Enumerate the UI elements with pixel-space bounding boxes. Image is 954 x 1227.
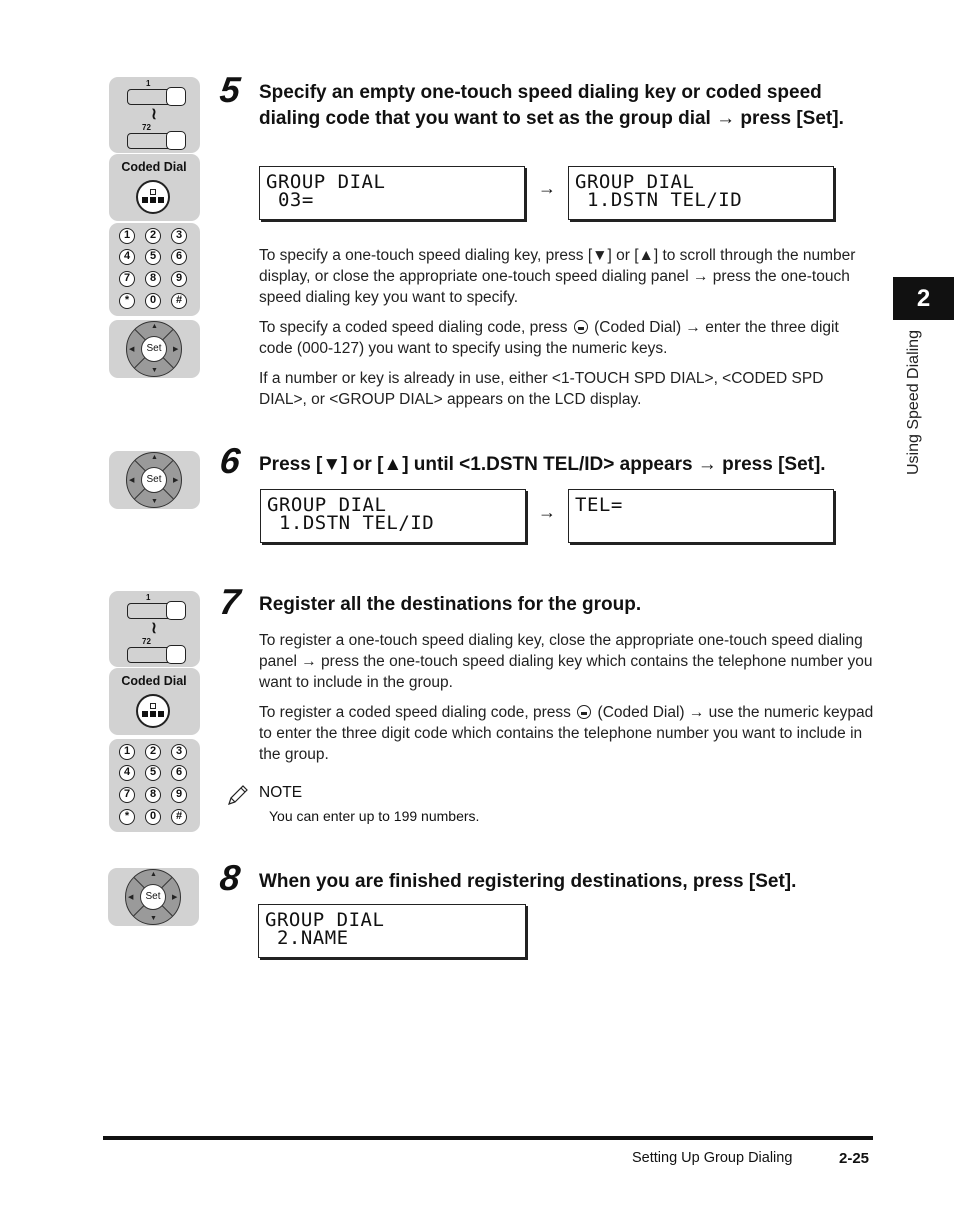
one-touch-key-icon [127,645,186,664]
key-6-icon: 6 [171,249,187,265]
lcd-line-2: 1.DSTN TEL/ID [267,512,435,534]
note-pencil-icon [226,783,250,807]
key-7-icon: 7 [119,787,135,803]
step-number: 7 [217,581,243,622]
instruction-paragraph: To register a coded speed dialing code, … [259,702,874,765]
key-8-icon: 8 [145,271,161,287]
one-touch-panel-illustration: 1 ≀ 72 [109,591,200,667]
chapter-number-tab: 2 [893,277,954,320]
key-7-icon: 7 [119,271,135,287]
step-number: 8 [217,857,243,898]
key-1-icon: 1 [119,228,135,244]
key-1-icon: 1 [119,744,135,760]
coded-dial-icon [573,320,588,334]
lcd-line-2: 1.DSTN TEL/ID [575,189,743,211]
instruction-paragraph: To specify a one-touch speed dialing key… [259,247,856,306]
range-tilde-icon: ≀ [151,106,157,123]
lcd-display-before: GROUP DIAL 03= [259,166,525,220]
paragraph-prefix: To register a coded speed dialing code, … [259,704,571,721]
set-button-icon: Set [141,336,167,362]
page-number: 2-25 [839,1150,870,1167]
instruction-paragraph: To specify a coded speed dialing code, p… [259,317,874,359]
coded-dial-icon [577,705,592,719]
coded-dial-label: Coded Dial [121,160,187,174]
set-dpad-panel-illustration: ▲ ▼ ◀ ▶ Set [109,320,200,378]
lcd-display-before: GROUP DIAL 1.DSTN TEL/ID [260,489,526,543]
key-9-icon: 9 [171,271,187,287]
dpad-icon: ▲ ▼ ◀ ▶ Set [126,321,182,377]
step-heading: Press [▼] or [▲] until <1.DSTN TEL/ID> a… [259,454,826,475]
step-number: 6 [217,440,243,481]
key-2-icon: 2 [145,228,161,244]
key-star-icon: * [119,809,135,825]
note-text: You can enter up to 199 numbers. [269,808,480,824]
step-number: 5 [217,69,243,110]
key-4-icon: 4 [119,249,135,265]
key-9-icon: 9 [171,787,187,803]
key-5-icon: 5 [145,765,161,781]
key-8-icon: 8 [145,787,161,803]
lcd-display-after: TEL= [568,489,834,543]
one-touch-key-icon [127,131,186,150]
lcd-display-after: GROUP DIAL 1.DSTN TEL/ID [568,166,834,220]
key-6-icon: 6 [171,765,187,781]
key-3-icon: 3 [171,744,187,760]
chapter-title: Using Speed Dialing [905,330,922,475]
coded-dial-label: Coded Dial [121,674,187,688]
one-touch-key-icon [127,601,186,620]
coded-dial-button-icon [136,694,170,728]
lcd-line-1: TEL= [575,494,623,516]
key-hash-icon: # [171,293,187,309]
paragraph-prefix: To specify a coded speed dialing code, p… [259,319,568,336]
key-3-icon: 3 [171,228,187,244]
set-button-icon: Set [140,884,166,910]
key-5-icon: 5 [145,249,161,265]
step-heading: Register all the destinations for the gr… [259,594,642,615]
dpad-icon: ▲ ▼ ◀ ▶ Set [126,452,182,508]
arrow-icon: → [538,178,556,198]
footer-divider [103,1136,873,1140]
key-4-icon: 4 [119,765,135,781]
one-touch-last-label: 72 [142,637,151,646]
set-dpad-panel-illustration: ▲ ▼ ◀ ▶ Set [109,451,200,509]
one-touch-last-label: 72 [142,123,151,132]
coded-dial-panel-illustration: Coded Dial [109,668,200,735]
one-touch-key-icon [127,87,186,106]
one-touch-first-label: 1 [146,79,151,88]
dpad-icon: ▲ ▼ ◀ ▶ Set [125,869,181,925]
set-dpad-panel-illustration: ▲ ▼ ◀ ▶ Set [108,868,199,926]
one-touch-panel-illustration: 1 ≀ 72 [109,77,200,153]
range-tilde-icon: ≀ [151,620,157,637]
arrow-icon: → [538,502,556,522]
instruction-paragraph: If a number or key is already in use, ei… [259,370,824,408]
key-0-icon: 0 [145,293,161,309]
one-touch-first-label: 1 [146,593,151,602]
set-button-icon: Set [141,467,167,493]
footer-section-title: Setting Up Group Dialing [632,1150,793,1166]
lcd-display: GROUP DIAL 2.NAME [258,904,526,958]
coded-dial-panel-illustration: Coded Dial [109,154,200,221]
key-0-icon: 0 [145,809,161,825]
coded-dial-button-icon [136,180,170,214]
step-heading: Specify an empty one-touch speed dialing… [259,82,844,129]
note-label: NOTE [259,784,303,801]
numeric-keypad-illustration: 1 2 3 4 5 6 7 8 9 * 0 # [109,223,200,316]
lcd-line-2: 03= [266,189,314,211]
key-star-icon: * [119,293,135,309]
key-2-icon: 2 [145,744,161,760]
key-hash-icon: # [171,809,187,825]
step-heading: When you are finished registering destin… [259,871,797,892]
numeric-keypad-illustration: 1 2 3 4 5 6 7 8 9 * 0 # [109,739,200,832]
instruction-paragraph: To register a one-touch speed dialing ke… [259,632,873,691]
lcd-line-2: 2.NAME [265,927,349,949]
